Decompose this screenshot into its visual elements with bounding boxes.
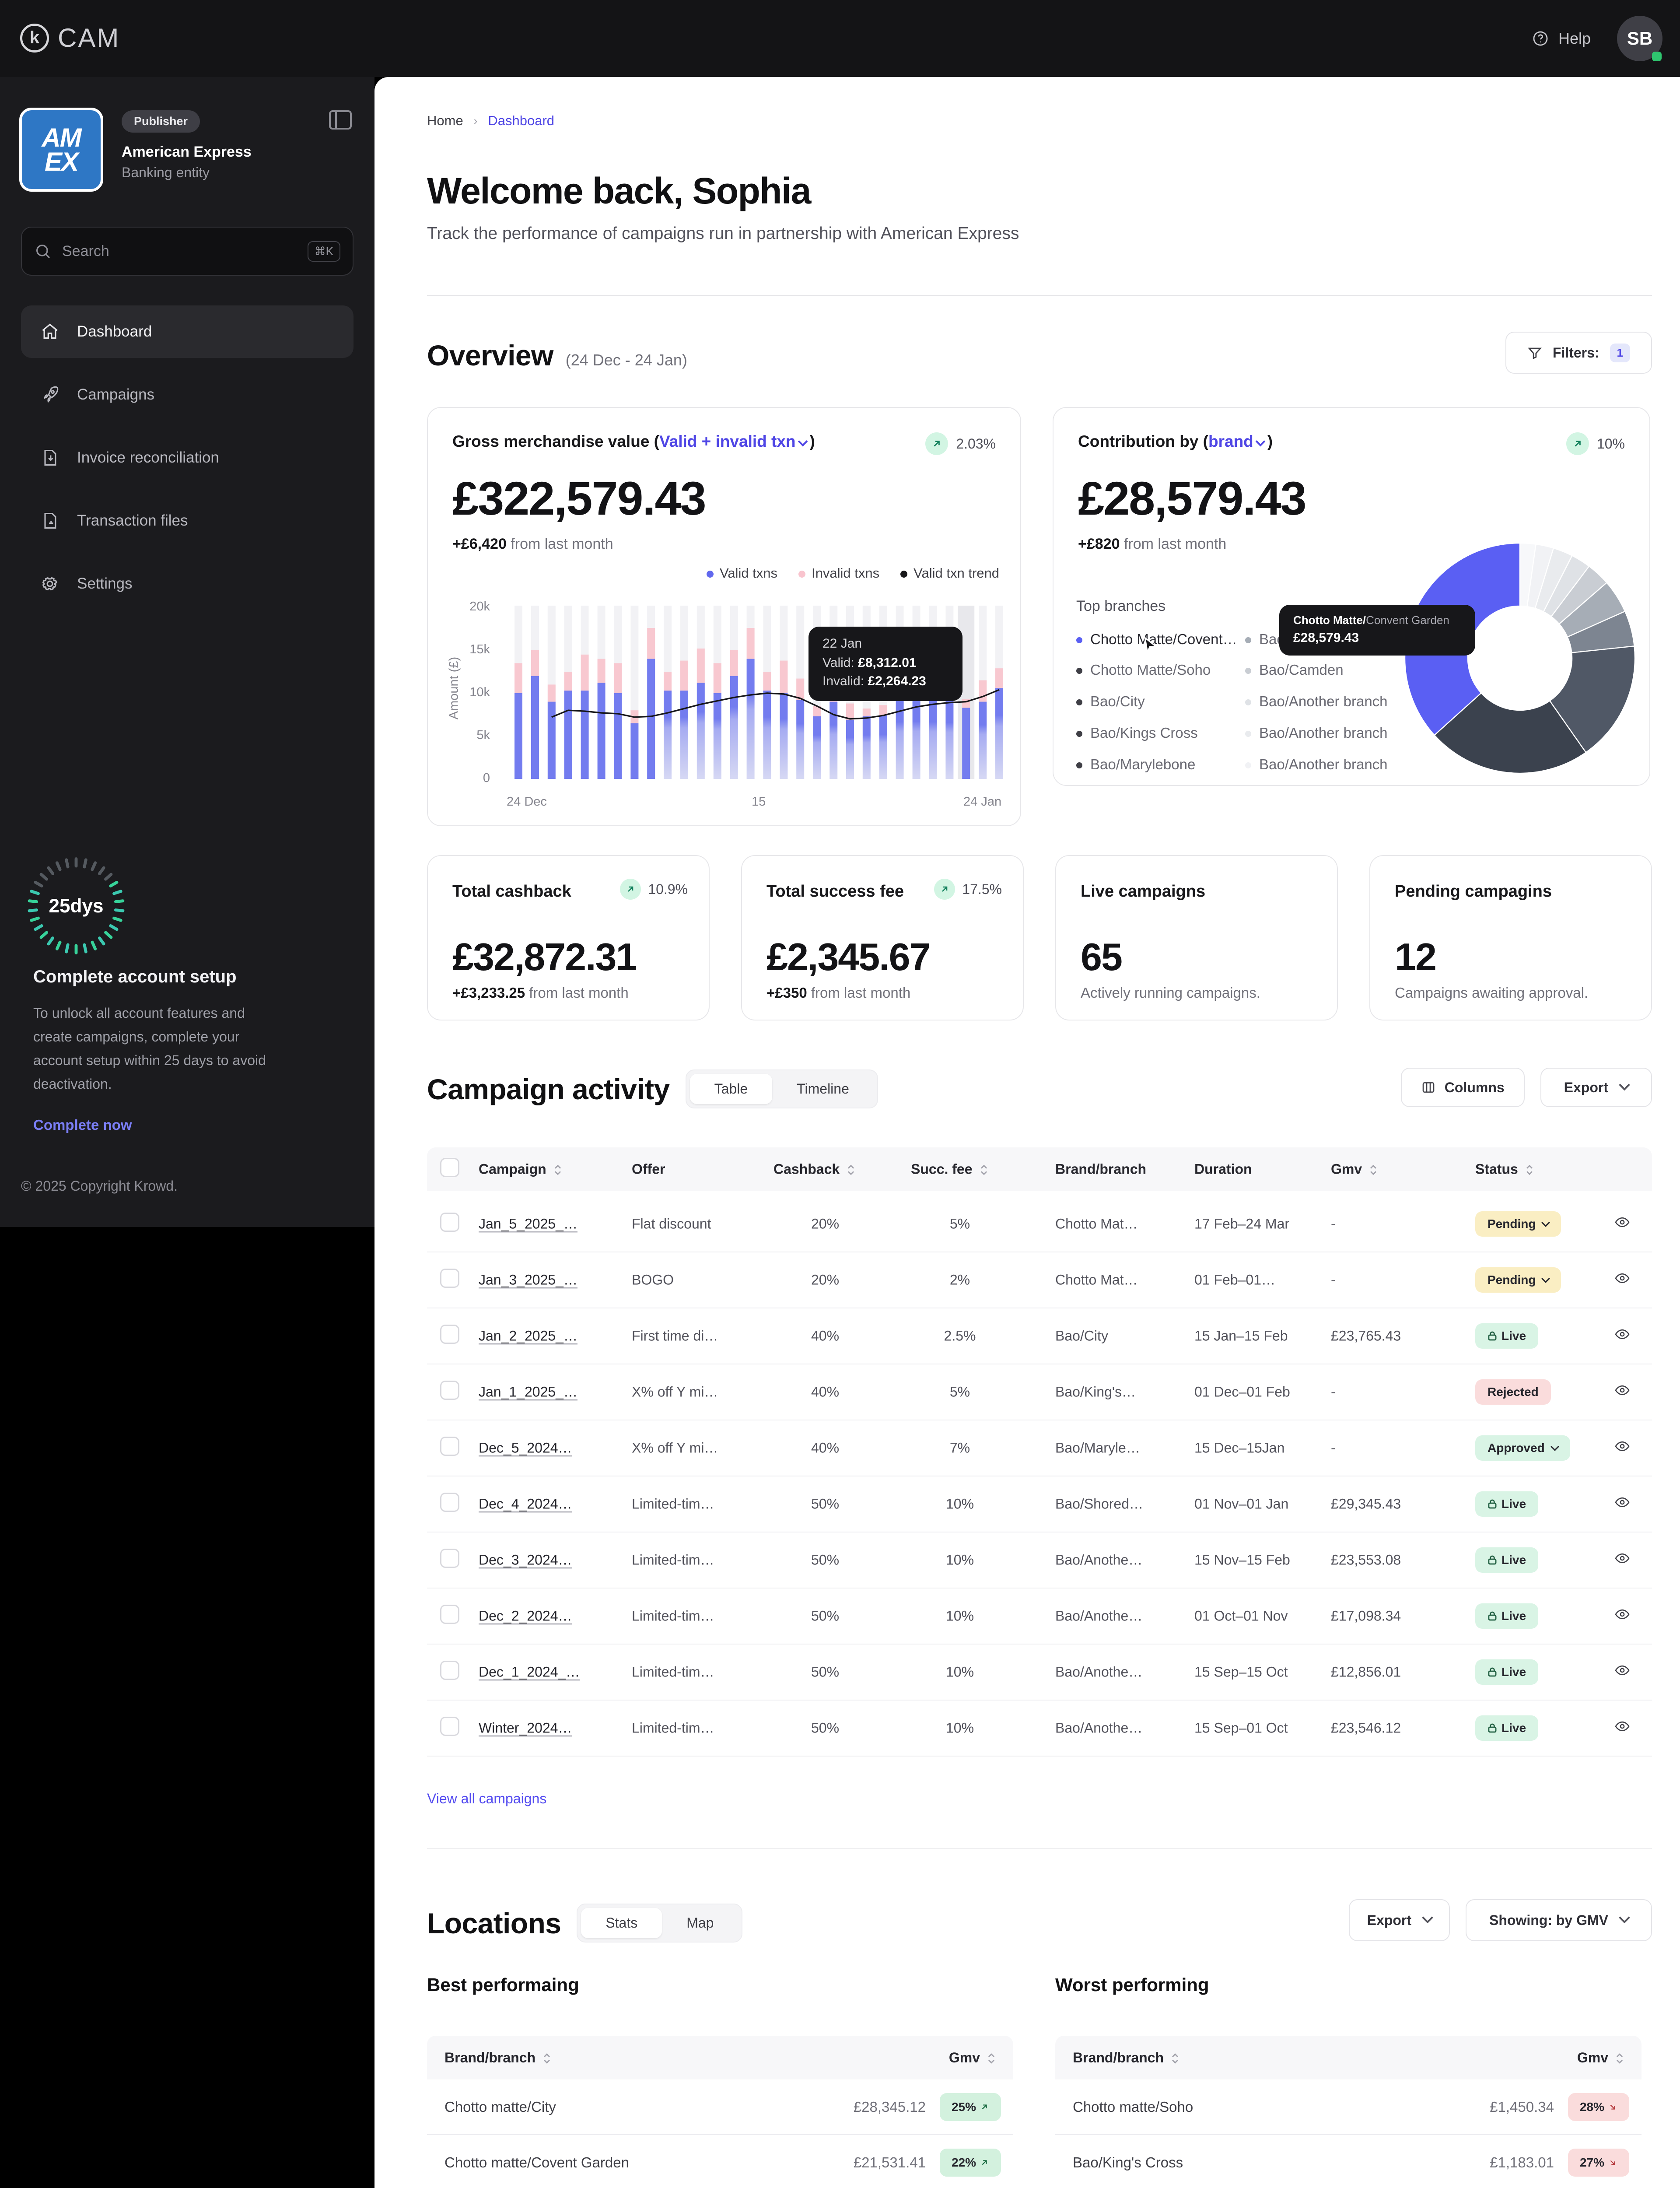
- svg-text:25dys: 25dys: [49, 895, 104, 917]
